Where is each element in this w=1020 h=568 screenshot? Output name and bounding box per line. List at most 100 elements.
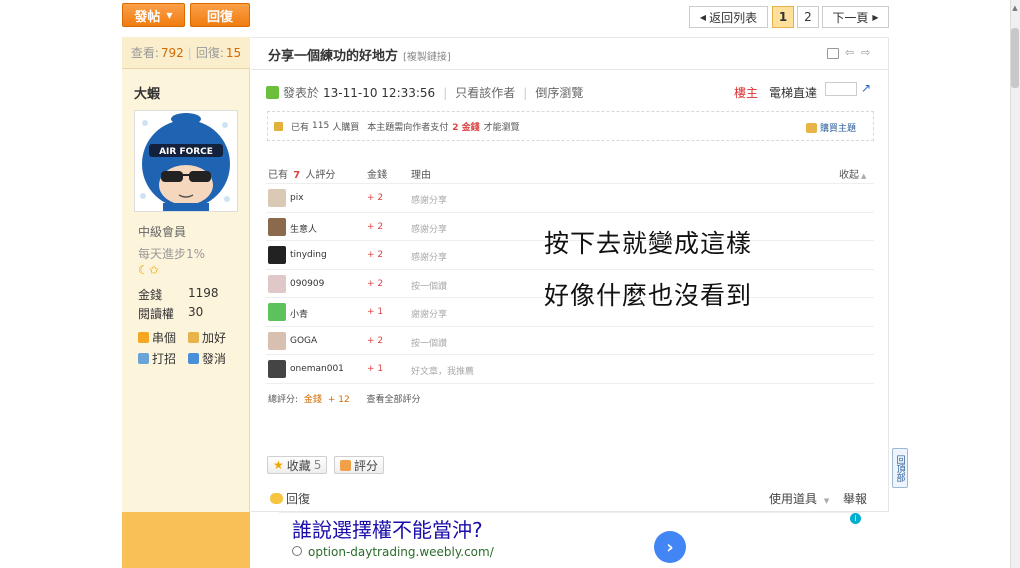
author-rank[interactable]: 中級會員 [138, 223, 186, 240]
send-message-link[interactable]: 發消 [188, 350, 226, 367]
rating-gold: + 2 [367, 250, 384, 260]
caret-up-icon: ▲ [861, 172, 867, 180]
lock-icon [274, 121, 283, 131]
favorite-button[interactable]: ★ 收藏 5 [267, 456, 328, 474]
posted-prefix: 發表於 [283, 86, 320, 100]
scroll-up-icon[interactable]: ▲ [1011, 4, 1019, 12]
reply-link[interactable]: 回復 [270, 490, 310, 507]
rater-avatar[interactable] [268, 303, 286, 321]
back-to-list-button[interactable]: ◀ 返回列表 [689, 6, 768, 28]
read-permission-label: 閱讀權 [138, 307, 175, 321]
post-content [251, 37, 889, 512]
ratings-head-prefix: 已有 [268, 170, 288, 181]
prev-thread-icon[interactable]: ⇦ [845, 46, 854, 59]
add-friend-link[interactable]: 加好 [188, 329, 226, 346]
purchase-notice: 已有 115 人購買 本主題需向作者支付 2 金錢 才能瀏覽 [267, 111, 874, 141]
rate-button[interactable]: 評分 [334, 456, 385, 474]
back-to-top-button[interactable]: 回頂部 [892, 448, 908, 488]
author-rank-sub: 每天進步1% [138, 247, 206, 261]
annotation-line-2: 好像什麼也沒看到 [544, 281, 753, 310]
buy-topic-label: 購買主題 [820, 124, 857, 134]
ratings-total: 總評分: 金錢 + 12 查看全部評分 [268, 392, 421, 405]
reply-button[interactable]: 回復 [190, 3, 250, 27]
person-icon [138, 353, 149, 364]
new-post-button[interactable]: 發帖 ▼ [122, 3, 185, 27]
rating-reason: 好文章，我推薦 [411, 367, 475, 377]
author-name[interactable]: 大蝦 [134, 83, 160, 102]
rater-avatar[interactable] [268, 332, 286, 350]
ad-title[interactable]: 誰說選擇權不能當沖? [292, 514, 483, 543]
total-gold-value: + 12 [327, 395, 350, 405]
ratings-reason-column: 理由 [411, 170, 431, 181]
tools-label: 使用道具 [769, 492, 818, 506]
rating-reason: 感謝分享 [411, 196, 448, 206]
next-page-button[interactable]: 下一頁 ▶ [822, 6, 889, 28]
copy-link[interactable]: [複製鏈接] [403, 48, 451, 63]
rater-name[interactable]: 090909 [290, 279, 324, 289]
envelope-icon [188, 353, 199, 364]
report-link[interactable]: 舉報 [843, 490, 867, 507]
favorite-count: 5 [313, 458, 322, 472]
rater-name[interactable]: GOGA [290, 336, 317, 346]
rater-avatar[interactable] [268, 360, 286, 378]
print-icon[interactable] [827, 48, 839, 59]
coins-icon [806, 122, 817, 133]
rater-avatar[interactable] [268, 246, 286, 264]
floor-jump-input[interactable] [825, 82, 857, 96]
buy-topic-button[interactable]: 購買主題 [806, 121, 856, 134]
page-1-button[interactable]: 1 [772, 6, 794, 28]
online-status-icon [266, 86, 279, 99]
purchase-buyers: 115 [312, 121, 330, 131]
ratings-head-count: 7 [293, 170, 301, 181]
home-icon [138, 332, 149, 343]
gold-value: 1198 [188, 286, 219, 300]
rater-avatar[interactable] [268, 218, 286, 236]
annotation-line-1: 按下去就變成這樣 [544, 229, 753, 258]
views-label: 查看: [130, 46, 159, 60]
rater-avatar[interactable] [268, 189, 286, 207]
rating-reason: 按一個讚 [411, 339, 448, 349]
rating-reason: 感謝分享 [411, 253, 448, 263]
rater-name[interactable]: pix [290, 193, 304, 203]
views-count: 792 [160, 45, 184, 60]
speech-bubble-icon [270, 493, 283, 504]
thread-stats: 查看: 792 | 回復: 15 [122, 37, 250, 69]
ad-arrow-button[interactable]: › [654, 531, 686, 563]
table-row-divider [266, 383, 874, 384]
table-row-divider [266, 326, 874, 327]
next-thread-icon[interactable]: ⇨ [861, 46, 870, 59]
poke-link[interactable]: 打招 [138, 350, 176, 367]
scrollbar-thumb[interactable] [1011, 28, 1019, 88]
replies-count: 15 [225, 45, 242, 60]
rating-reason: 按一個讚 [411, 282, 448, 292]
caret-down-icon: ▼ [823, 497, 830, 505]
use-tools-menu[interactable]: 使用道具 ▼ [769, 490, 829, 507]
collapse-ratings-button[interactable]: 收起 ▲ [839, 166, 866, 181]
rater-name[interactable]: 小青 [290, 307, 308, 320]
view-all-ratings-link[interactable]: 查看全部評分 [367, 395, 421, 405]
rater-name[interactable]: oneman001 [290, 364, 344, 374]
rater-name[interactable]: 生意人 [290, 222, 317, 235]
back-to-list-label: 返回列表 [709, 10, 758, 25]
reverse-order-link[interactable]: 倒序瀏覽 [535, 84, 583, 101]
ad-url[interactable]: option-daytrading.weebly.com/ [308, 545, 494, 559]
new-post-label: 發帖 [134, 9, 161, 25]
floor-label: 樓主 [734, 86, 759, 100]
page-2-button[interactable]: 2 [797, 6, 819, 28]
table-row-divider [266, 212, 874, 213]
purchase-text-d: 才能瀏覽 [483, 122, 520, 133]
visit-space-link[interactable]: 串個 [138, 329, 176, 346]
post-meta: 發表於 13-11-10 12:33:56 | 只看該作者 | 倒序瀏覽 [266, 84, 583, 101]
author-only-link[interactable]: 只看該作者 [455, 84, 515, 101]
thumbs-up-icon [340, 459, 351, 471]
send-message-label: 發消 [202, 352, 227, 366]
gold-label: 金錢 [138, 288, 163, 302]
go-arrow-icon[interactable]: ↗ [861, 81, 871, 95]
rater-avatar[interactable] [268, 275, 286, 293]
rating-gold: + 2 [367, 279, 384, 289]
rater-name[interactable]: tinyding [290, 250, 327, 260]
purchase-text-a: 已有 [291, 122, 310, 133]
chevron-down-icon: ▼ [166, 10, 173, 20]
avatar[interactable]: AIR FORCE [134, 110, 238, 212]
ad-info-icon[interactable]: i [850, 513, 861, 524]
